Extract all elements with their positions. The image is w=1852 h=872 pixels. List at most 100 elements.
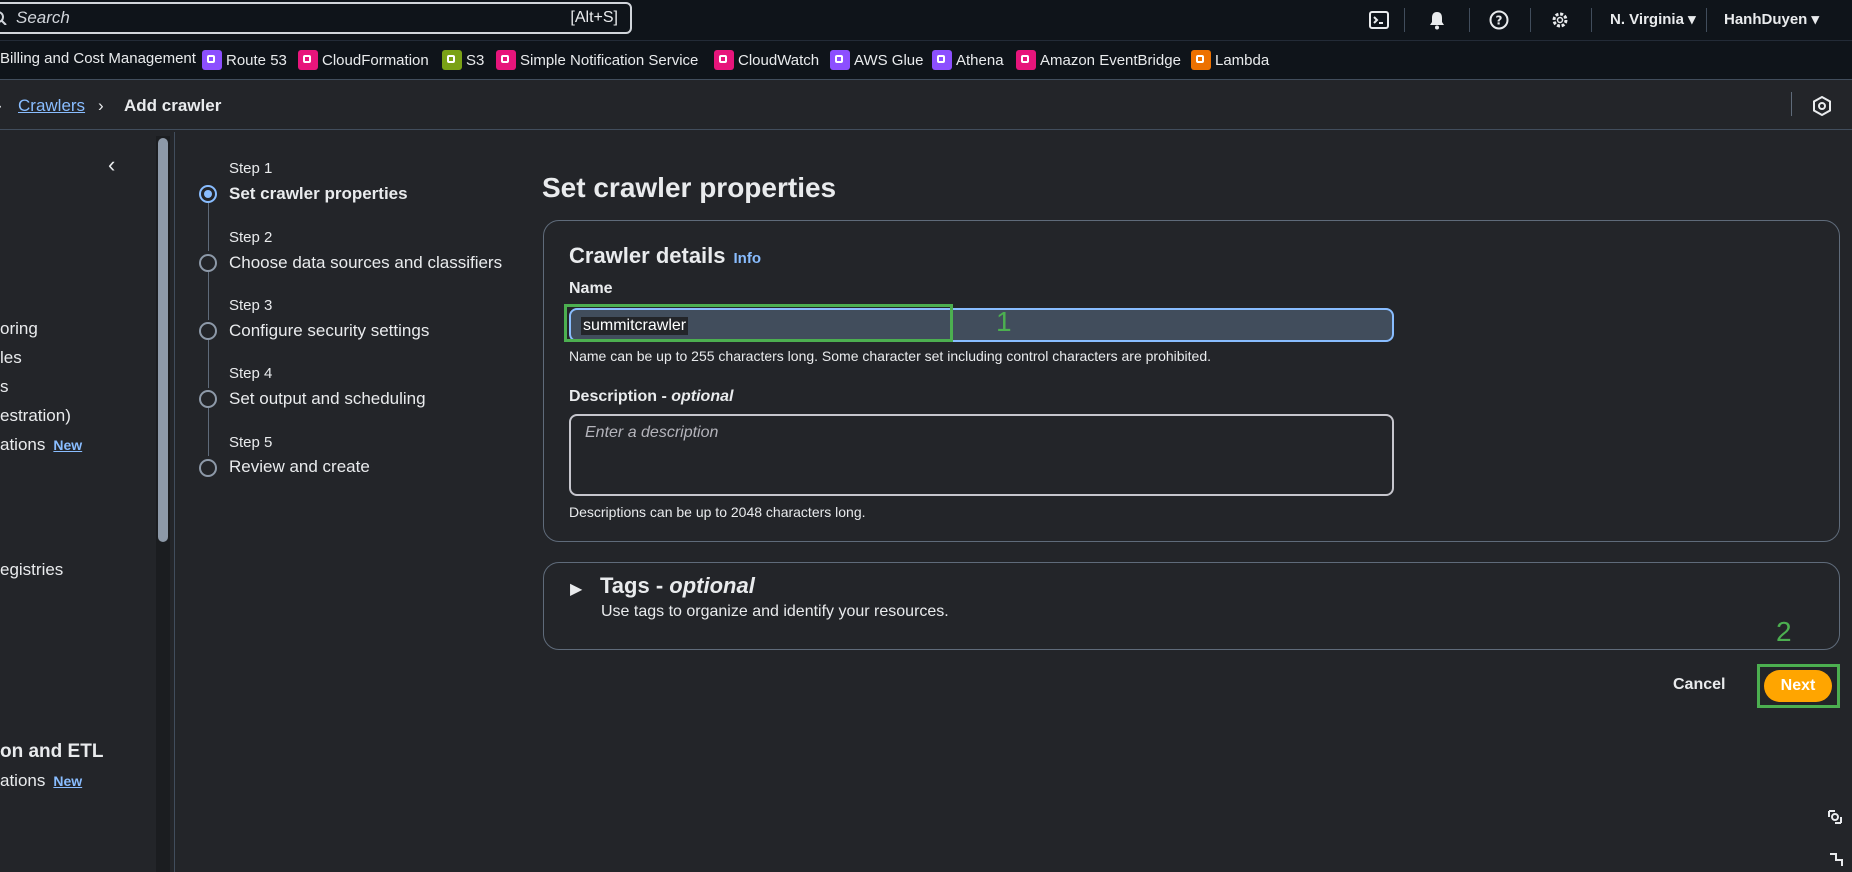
description-field[interactable]: Enter a description [569,414,1394,496]
region-selector[interactable]: N. Virginia ▾ [1610,10,1696,28]
step-connector [208,203,209,251]
panel-title-text: Crawler details [569,243,726,268]
lambda-icon [1191,50,1211,70]
step-number: Step 2 [229,229,273,246]
expand-arrow-icon[interactable]: ▶ [570,579,582,599]
name-label: Name [569,280,613,297]
favorite-label: Athena [956,51,1004,69]
description-label: Description - optional [569,388,733,406]
search-shortcut: [Alt+S] [570,9,618,26]
search-placeholder: Search [16,8,70,27]
optional-text: optional [671,388,734,405]
step-indicator [199,254,217,272]
bell-icon[interactable] [1425,8,1449,32]
step-number: Step 5 [229,434,273,451]
step-indicator [199,459,217,477]
side-navigation: ‹ oring les s estration) ations New egist… [0,132,155,872]
sidebar-item-monitoring[interactable]: oring [0,319,38,339]
favorite-cloudformation[interactable]: CloudFormation [298,50,429,70]
feedback-icon[interactable] [1826,808,1844,826]
divider [1469,8,1470,32]
step-indicator [199,322,217,340]
chevron-left-icon[interactable]: ‹ [108,152,115,178]
new-badge: New [53,437,83,453]
optional-text: optional [669,573,755,598]
description-placeholder: Enter a description [585,424,719,441]
annotation-number-2: 2 [1776,616,1792,647]
step-label: Choose data sources and classifiers [229,253,503,272]
sidebar-section-heading: on and ETL [0,741,104,762]
favorite-eventbridge[interactable]: Amazon EventBridge [1016,50,1181,70]
sidebar-item-orchestration[interactable]: estration) [0,406,71,426]
favorite-sns[interactable]: Simple Notification Service [496,50,698,70]
favorites-bar: Billing and Cost Management Route 53 Clo… [0,40,1852,80]
annotation-highlight-next [1757,664,1840,708]
sidebar-item-registries[interactable]: egistries [0,560,63,580]
annotation-number-1: 1 [996,306,1012,337]
divider [1791,92,1792,116]
sidebar-item-tables[interactable]: les [0,348,22,368]
favorite-glue[interactable]: AWS Glue [830,50,923,70]
eventbridge-icon [1016,50,1036,70]
sidebar-scrollbar-thumb[interactable] [158,138,168,542]
step-label: Set output and scheduling [229,389,426,408]
gear-icon[interactable] [1548,8,1572,32]
glue-icon [830,50,850,70]
help-icon[interactable]: ? [1487,8,1511,32]
route53-icon [202,50,222,70]
sidebar-item-integrations-etl[interactable]: ations New [0,771,82,791]
top-navigation-bar: Search [Alt+S] ? N. Virginia ▾ HanhDuyen… [0,0,1852,40]
favorite-label: CloudFormation [322,51,429,69]
divider [1706,8,1707,32]
settings-corner-icon[interactable] [1828,852,1844,868]
step-connector [208,272,209,320]
step-number: Step 3 [229,297,273,314]
divider [1530,8,1531,32]
cancel-button[interactable]: Cancel [1673,676,1725,694]
favorite-athena[interactable]: Athena [932,50,1004,70]
cloudformation-icon [298,50,318,70]
favorite-label: Amazon EventBridge [1040,51,1181,69]
name-hint: Name can be up to 255 characters long. S… [569,348,1212,364]
cloudshell-icon[interactable] [1367,8,1391,32]
favorite-s3[interactable]: S3 [442,50,484,70]
sidebar-item-connections[interactable]: s [0,377,9,397]
account-menu[interactable]: HanhDuyen ▾ [1724,10,1819,28]
favorite-label: Route 53 [226,51,287,69]
crawler-details-panel: Crawler details Info Name summitcrawler N… [543,220,1840,542]
step-number: Step 1 [229,160,273,177]
navigation-info-icon[interactable] [1812,96,1832,116]
step-label: Configure security settings [229,321,430,340]
favorite-label: CloudWatch [738,51,820,69]
favorite-label: AWS Glue [854,51,924,69]
favorite-label: Simple Notification Service [520,51,699,69]
search-input[interactable]: Search [Alt+S] [0,2,632,34]
divider [1591,8,1592,32]
favorite-lambda[interactable]: Lambda [1191,50,1269,70]
step-label: Set crawler properties [229,184,408,203]
favorite-route53[interactable]: Route 53 [202,50,287,70]
athena-icon [932,50,952,70]
search-icon [0,11,7,25]
s3-icon [442,50,462,70]
panel-title: Crawler details Info [569,243,761,269]
step-number: Step 4 [229,365,273,382]
svg-text:?: ? [1496,14,1503,28]
info-link[interactable]: Info [734,250,762,267]
description-hint: Descriptions can be up to 2048 character… [569,504,866,520]
tags-panel[interactable]: ▶ Tags - optional Use tags to organize a… [543,562,1840,650]
breadcrumb: › Crawlers › Add crawler [0,82,1852,130]
favorite-billing[interactable]: Billing and Cost Management [0,50,196,67]
sidebar-item-integrations[interactable]: ations New [0,435,82,455]
favorite-label: Billing and Cost Management [0,50,196,67]
breadcrumb-crawlers[interactable]: Crawlers [18,96,85,116]
sidebar-item-label: ations [0,771,46,790]
step-label: Review and create [229,457,370,476]
breadcrumb-current: Add crawler [124,96,222,115]
chevron-right-icon: › [98,96,104,115]
description-label-text: Description - [569,388,672,405]
favorite-cloudwatch[interactable]: CloudWatch [714,50,819,70]
sns-icon [496,50,516,70]
annotation-highlight-name [564,304,953,342]
tags-description: Use tags to organize and identify your r… [601,603,949,620]
